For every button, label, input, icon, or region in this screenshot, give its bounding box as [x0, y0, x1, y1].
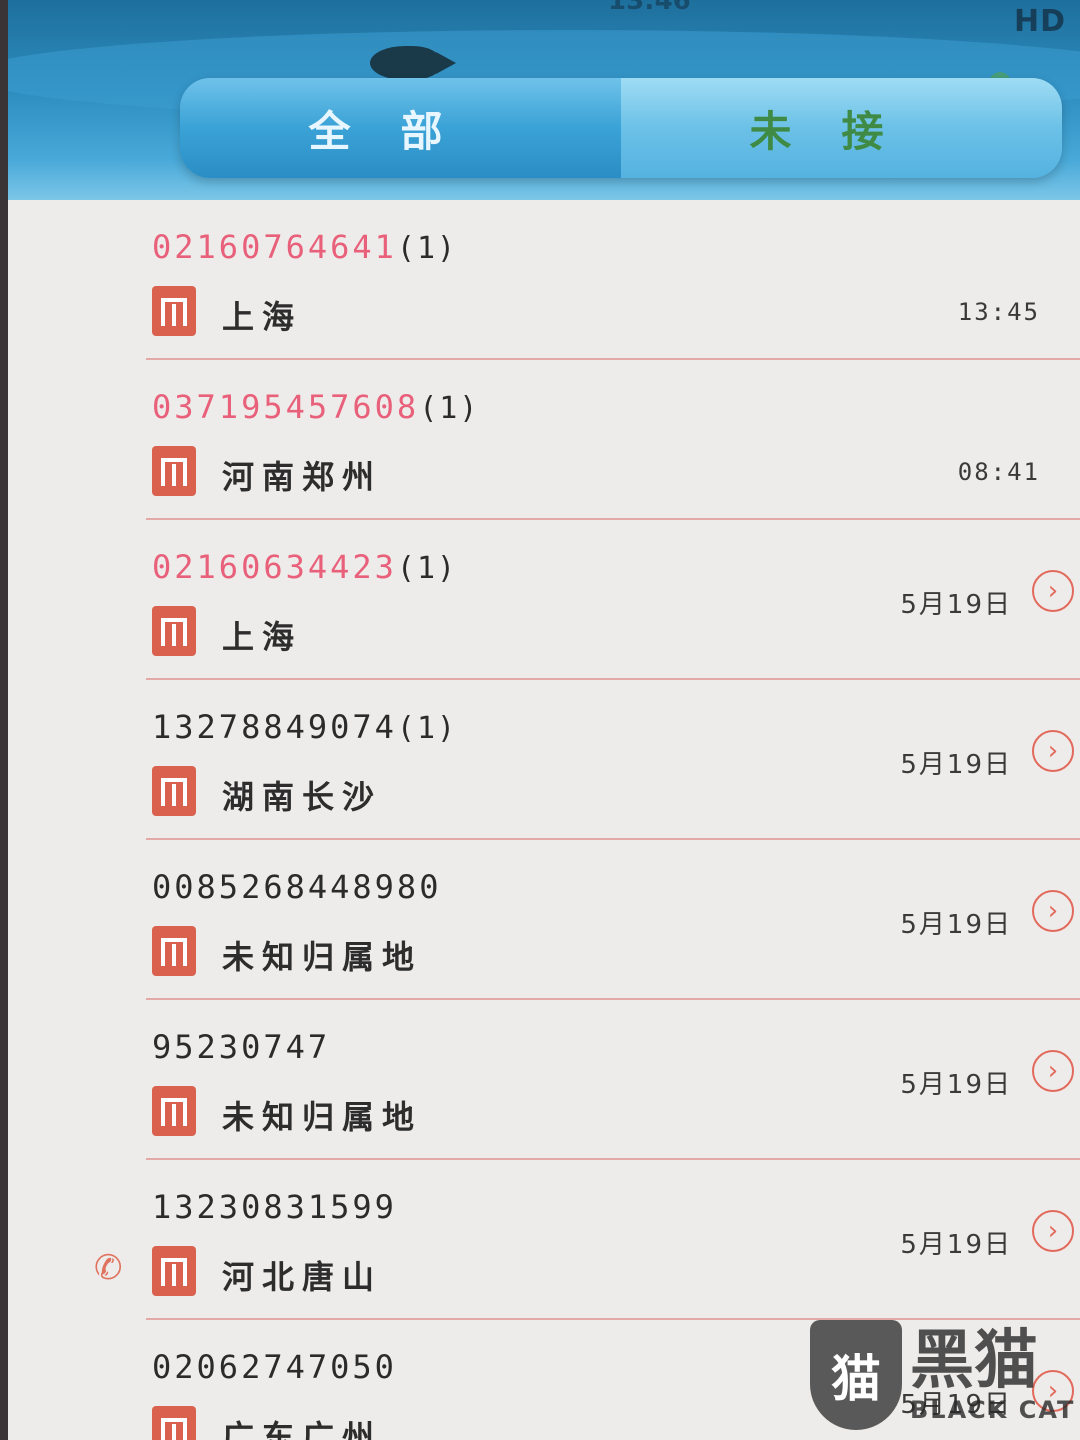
- call-row[interactable]: 02160764641(1) 上海 13:45: [146, 200, 1080, 360]
- call-row[interactable]: 13230831599 河北唐山 5月19日 › ✆: [94, 1160, 1080, 1320]
- caller-location: 河北唐山: [222, 1258, 383, 1296]
- phone-number-text: 95230747: [152, 1028, 331, 1066]
- call-row[interactable]: 13278849074(1) 湖南长沙 5月19日 ›: [146, 680, 1080, 840]
- sim-card-icon: [152, 766, 196, 816]
- chevron-right-circle-icon[interactable]: ›: [1032, 1210, 1074, 1252]
- phone-number-text: 0085268448980: [152, 868, 442, 906]
- status-indicators: HD: [1013, 4, 1066, 39]
- fish-decoration-icon: [370, 46, 456, 80]
- caller-location: 广东广州: [222, 1418, 383, 1440]
- black-cat-logo-icon: 猫: [810, 1320, 902, 1430]
- caller-location: 上海: [222, 618, 303, 656]
- watermark-en: BLACK CAT: [910, 1396, 1076, 1424]
- screen: 13:46 HD 全部 未接 02160764641(1) 上海 13:45 0371…: [8, 0, 1080, 1440]
- phone-number: 95230747: [152, 1028, 330, 1066]
- caller-location: 未知归属地: [222, 938, 423, 976]
- phone-number: 02160634423(1): [152, 548, 457, 586]
- chevron-right-circle-icon[interactable]: ›: [1032, 1050, 1074, 1092]
- phone-number-text: 02160764641: [152, 228, 397, 266]
- phone-number: 02160764641(1): [152, 228, 457, 266]
- call-date: 5月19日: [900, 1230, 1012, 1260]
- sim-card-icon: [152, 1406, 196, 1440]
- call-log-list: 02160764641(1) 上海 13:45 037195457608(1) 河南郑州…: [8, 200, 1080, 1440]
- sim-card-icon: [152, 1086, 196, 1136]
- watermark: 猫 黑猫 BLACK CAT: [810, 1310, 1080, 1440]
- phone-number-text: 02160634423: [152, 548, 397, 586]
- header: 13:46 HD 全部 未接: [8, 0, 1080, 200]
- call-row[interactable]: 0085268448980 未知归属地 5月19日 ›: [146, 840, 1080, 1000]
- chevron-right-circle-icon[interactable]: ›: [1032, 730, 1074, 772]
- tab-bar: 全部 未接: [180, 78, 1062, 178]
- call-date: 5月19日: [900, 750, 1012, 780]
- phone-number: 0085268448980: [152, 868, 441, 906]
- sim-card-icon: [152, 606, 196, 656]
- tab-missed[interactable]: 未接: [621, 78, 1062, 178]
- call-count: (1): [396, 711, 458, 746]
- phone-number: 037195457608(1): [152, 388, 479, 426]
- watermark-text: 黑猫 BLACK CAT: [910, 1326, 1075, 1424]
- call-time: 13:45: [957, 298, 1040, 326]
- caller-location: 河南郑州: [222, 458, 383, 496]
- call-date: 5月19日: [900, 910, 1012, 940]
- call-time: 08:41: [957, 458, 1040, 486]
- phone-number-text: 13278849074: [152, 708, 397, 746]
- outgoing-call-icon: ✆: [94, 1248, 123, 1288]
- caller-location: 上海: [222, 298, 303, 336]
- caller-location: 湖南长沙: [222, 778, 383, 816]
- phone-number: 02062747050: [152, 1348, 397, 1386]
- status-time: 13:46: [608, 0, 691, 16]
- call-count: (1): [396, 231, 458, 266]
- sim-card-icon: [152, 446, 196, 496]
- phone-number-text: 037195457608: [152, 388, 420, 426]
- call-row[interactable]: 95230747 未知归属地 5月19日 ›: [146, 1000, 1080, 1160]
- call-row[interactable]: 02160634423(1) 上海 5月19日 ›: [146, 520, 1080, 680]
- call-count: (1): [396, 551, 458, 586]
- phone-number: 13278849074(1): [152, 708, 457, 746]
- phone-number-text: 13230831599: [152, 1188, 397, 1226]
- caller-location: 未知归属地: [222, 1098, 423, 1136]
- call-date: 5月19日: [900, 1070, 1012, 1100]
- sim-card-icon: [152, 1246, 196, 1296]
- phone-number: 13230831599: [152, 1188, 397, 1226]
- call-count: (1): [419, 391, 480, 426]
- chevron-right-circle-icon[interactable]: ›: [1032, 570, 1074, 612]
- phone-number-text: 02062747050: [152, 1348, 397, 1386]
- watermark-cn: 黑猫: [910, 1324, 1038, 1398]
- sim-card-icon: [152, 286, 196, 336]
- chevron-right-circle-icon[interactable]: ›: [1032, 890, 1074, 932]
- tab-all[interactable]: 全部: [180, 78, 621, 178]
- sim-card-icon: [152, 926, 196, 976]
- call-row[interactable]: 037195457608(1) 河南郑州 08:41: [146, 360, 1080, 520]
- call-date: 5月19日: [900, 590, 1012, 620]
